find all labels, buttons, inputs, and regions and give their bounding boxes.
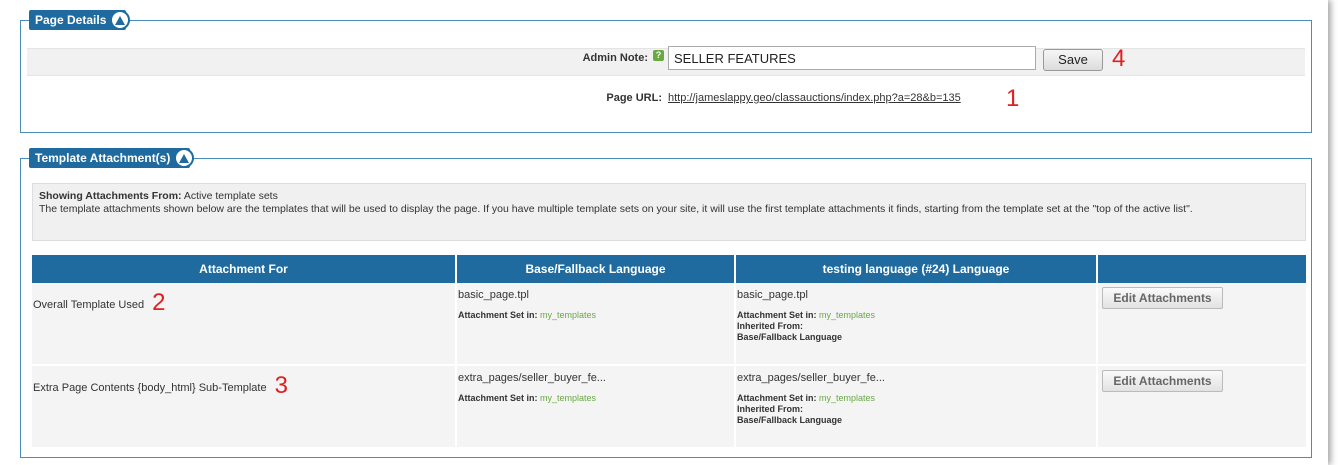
template-set-link[interactable]: my_templates <box>540 310 596 320</box>
annotation-marker-1: 1 <box>1006 85 1020 112</box>
column-header: Base/Fallback Language <box>456 255 736 283</box>
column-header: Attachment For <box>32 255 457 283</box>
table-row: Extra Page Contents {body_html} Sub-Temp… <box>32 365 1306 449</box>
edit-attachments-button[interactable]: Edit Attachments <box>1102 370 1223 392</box>
attachment-set: Attachment Set in: my_templates Inherited… <box>737 393 876 425</box>
column-header: testing language (#24) Language <box>735 255 1098 283</box>
attachment-for-cell: Overall Template Used 2 <box>32 283 457 366</box>
save-button[interactable]: Save <box>1043 49 1103 71</box>
actions-cell: Edit Attachments <box>1097 283 1306 366</box>
testing-language-cell: basic_page.tpl Attachment Set in: my_tem… <box>735 283 1098 366</box>
attachments-table: Attachment For Base/Fallback Language te… <box>32 255 1306 449</box>
annotation-marker-3: 3 <box>274 372 288 399</box>
table-row: Overall Template Used 2 basic_page.tpl At… <box>32 283 1306 366</box>
template-set-link[interactable]: my_templates <box>819 310 875 320</box>
table-header-row: Attachment For Base/Fallback Language te… <box>32 255 1306 283</box>
page-details-panel: Page Details <box>20 10 1312 133</box>
page-container: Page Details Admin Note: ? Save 4 Page U… <box>0 0 1328 465</box>
inherited-value: Base/Fallback Language <box>737 332 843 342</box>
annotation-marker-2: 2 <box>152 289 166 316</box>
attachment-for-text: Extra Page Contents {body_html} Sub-Temp… <box>33 382 267 394</box>
template-filename: extra_pages/seller_buyer_fe... <box>737 372 885 384</box>
template-set-link[interactable]: my_templates <box>540 393 596 403</box>
collapse-up-icon[interactable] <box>110 10 131 30</box>
attachment-set: Attachment Set in: my_templates <box>458 393 597 403</box>
template-attachments-title: Template Attachment(s) <box>35 151 171 165</box>
page-details-title: Page Details <box>35 13 107 27</box>
admin-note-label: Admin Note: <box>582 52 648 64</box>
base-language-cell: basic_page.tpl Attachment Set in: my_tem… <box>456 283 736 366</box>
template-set-link[interactable]: my_templates <box>819 393 875 403</box>
testing-language-cell: extra_pages/seller_buyer_fe... Attachmen… <box>735 365 1098 449</box>
admin-note-input[interactable] <box>668 46 1036 70</box>
annotation-marker-4: 4 <box>1112 45 1126 72</box>
template-filename: basic_page.tpl <box>737 289 808 301</box>
attachment-for-text: Overall Template Used <box>33 299 145 311</box>
column-header <box>1097 255 1306 283</box>
inherited-label: Inherited From: <box>737 321 804 331</box>
collapse-up-icon[interactable] <box>174 148 195 168</box>
inherited-value: Base/Fallback Language <box>737 415 843 425</box>
attachment-set: Attachment Set in: my_templates <box>458 310 597 320</box>
showing-label: Showing Attachments From: <box>39 190 182 202</box>
edit-attachments-button[interactable]: Edit Attachments <box>1102 287 1223 309</box>
template-filename: basic_page.tpl <box>458 289 529 301</box>
page-details-legend[interactable]: Page Details <box>29 10 131 30</box>
template-attachments-legend[interactable]: Template Attachment(s) <box>29 148 195 168</box>
attachments-description: The template attachments shown below are… <box>39 203 1193 215</box>
inherited-label: Inherited From: <box>737 404 804 414</box>
page-url-link[interactable]: http://jameslappy.geo/classauctions/inde… <box>668 92 961 104</box>
attachments-info-box: Showing Attachments From: Active templat… <box>32 183 1306 241</box>
actions-cell: Edit Attachments <box>1097 365 1306 449</box>
showing-value: Active template sets <box>183 190 278 202</box>
help-icon[interactable]: ? <box>653 50 664 61</box>
attachment-for-cell: Extra Page Contents {body_html} Sub-Temp… <box>32 365 457 449</box>
attachment-set: Attachment Set in: my_templates Inherited… <box>737 310 876 342</box>
page-url-label: Page URL: <box>606 92 662 104</box>
template-filename: extra_pages/seller_buyer_fe... <box>458 372 606 384</box>
base-language-cell: extra_pages/seller_buyer_fe... Attachmen… <box>456 365 736 449</box>
